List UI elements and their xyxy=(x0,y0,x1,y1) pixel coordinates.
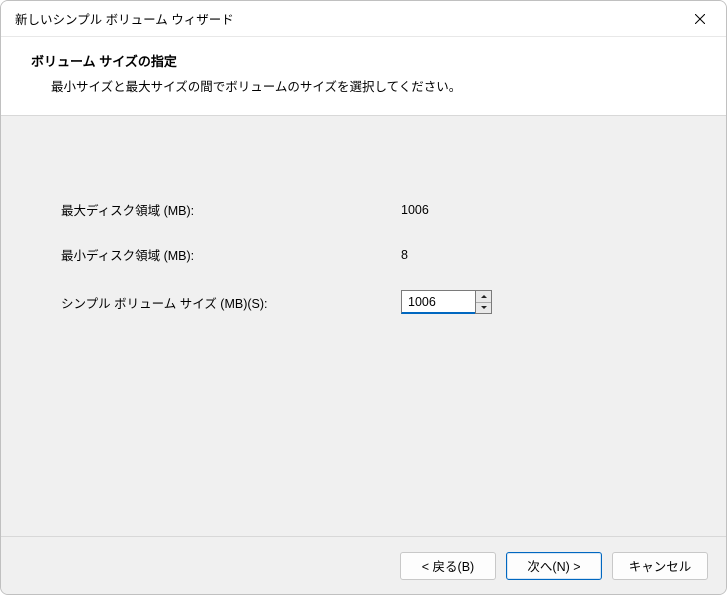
close-button[interactable] xyxy=(678,4,722,34)
spinner-up-button[interactable] xyxy=(476,291,491,303)
page-subtitle: 最小サイズと最大サイズの間でボリュームのサイズを選択してください。 xyxy=(31,76,704,95)
volume-size-label: シンプル ボリューム サイズ (MB)(S): xyxy=(61,293,401,312)
volume-size-row: シンプル ボリューム サイズ (MB)(S): xyxy=(61,290,666,314)
cancel-button[interactable]: キャンセル xyxy=(612,552,708,580)
wizard-footer: < 戻る(B) 次へ(N) > キャンセル xyxy=(1,536,726,594)
close-icon xyxy=(695,14,705,24)
wizard-header: ボリューム サイズの指定 最小サイズと最大サイズの間でボリュームのサイズを選択し… xyxy=(1,37,726,116)
min-disk-space-value: 8 xyxy=(401,248,408,262)
max-disk-space-row: 最大ディスク領域 (MB): 1006 xyxy=(61,200,666,219)
min-disk-space-row: 最小ディスク領域 (MB): 8 xyxy=(61,245,666,264)
chevron-up-icon xyxy=(481,295,487,298)
wizard-body: 最大ディスク領域 (MB): 1006 最小ディスク領域 (MB): 8 シンプ… xyxy=(1,116,726,536)
spinner-buttons xyxy=(475,290,492,314)
volume-size-input[interactable] xyxy=(401,290,475,314)
volume-size-spinner xyxy=(401,290,492,314)
page-title: ボリューム サイズの指定 xyxy=(31,51,704,70)
spinner-down-button[interactable] xyxy=(476,303,491,314)
window-title: 新しいシンプル ボリューム ウィザード xyxy=(15,9,678,28)
next-button[interactable]: 次へ(N) > xyxy=(506,552,602,580)
min-disk-space-label: 最小ディスク領域 (MB): xyxy=(61,245,401,264)
back-button[interactable]: < 戻る(B) xyxy=(400,552,496,580)
chevron-down-icon xyxy=(481,306,487,309)
title-bar: 新しいシンプル ボリューム ウィザード xyxy=(1,1,726,37)
max-disk-space-value: 1006 xyxy=(401,203,429,217)
max-disk-space-label: 最大ディスク領域 (MB): xyxy=(61,200,401,219)
wizard-window: 新しいシンプル ボリューム ウィザード ボリューム サイズの指定 最小サイズと最… xyxy=(0,0,727,595)
